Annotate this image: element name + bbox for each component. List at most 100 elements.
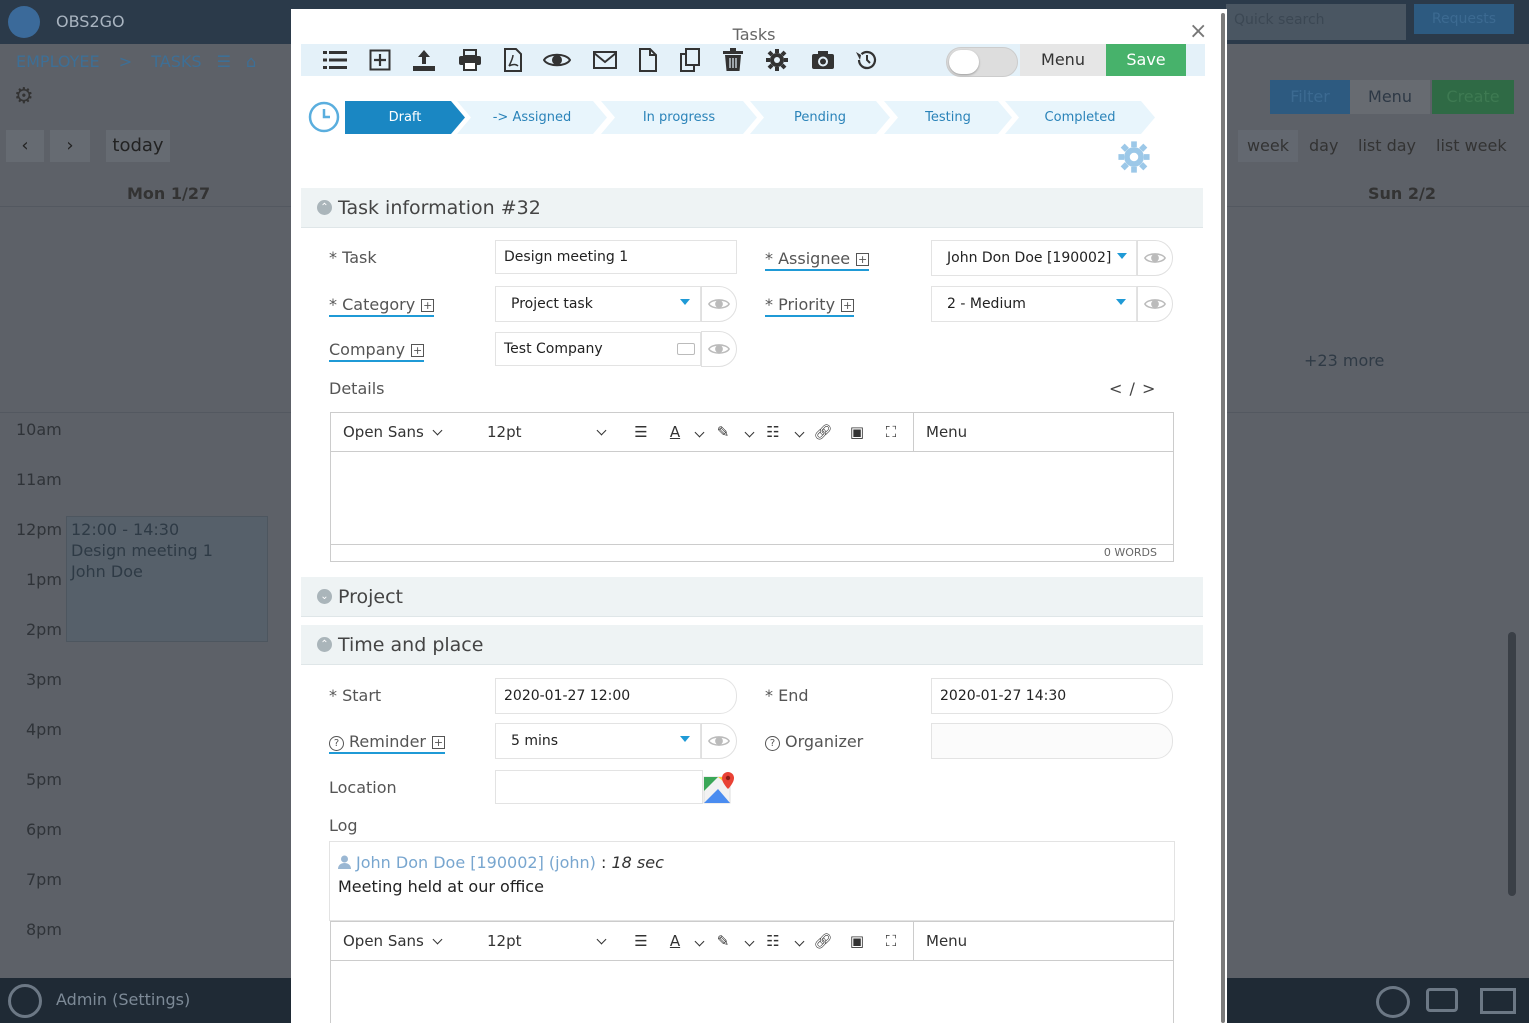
font-size-select[interactable]: 12pt [487,423,606,441]
company-input[interactable]: Test Company [495,332,701,366]
start-datetime-input[interactable]: 2020-01-27 12:00 [495,678,737,714]
editor-body[interactable] [331,961,1173,1023]
section-time-and-place[interactable]: ⌃ Time and place [301,625,1203,665]
reminder-label[interactable]: ? Reminder + [329,732,445,754]
step-in-progress[interactable]: In progress [601,101,757,134]
calendar-event[interactable]: 12:00 - 14:30 Design meeting 1 John Doe [66,516,268,642]
highlight-icon[interactable]: ✎ [713,931,733,951]
next-button[interactable]: › [50,130,90,162]
app-logo[interactable] [8,6,40,38]
filter-button[interactable]: Filter [1270,80,1350,114]
trash-icon[interactable] [719,46,747,74]
add-reminder-icon[interactable]: + [432,736,445,749]
view-week[interactable]: week [1238,130,1298,162]
priority-view-icon[interactable] [1137,286,1173,322]
create-button[interactable]: Create [1432,80,1514,114]
pdf-icon[interactable] [499,46,527,74]
image-icon[interactable]: ▣ [847,422,867,442]
requests-button[interactable]: Requests [1414,4,1514,34]
bullet-list-icon[interactable]: ☷ [763,931,783,951]
log-author[interactable]: John Don Doe [190002] (john) [356,853,596,872]
settings-gear-icon[interactable]: ⚙ [14,84,34,109]
location-input[interactable] [495,770,703,804]
chevron-down-icon[interactable] [789,422,809,442]
highlight-icon[interactable]: ✎ [713,422,733,442]
collapse-icon[interactable]: ⌃ [317,637,332,652]
expand-icon[interactable]: ⌄ [317,589,332,604]
details-editor[interactable]: Open Sans 12pt ☰ A ✎ ☷ 🔗︎ ▣ ⛶ Menu 0 WOR… [330,412,1174,562]
history-icon[interactable] [853,46,881,74]
image-icon[interactable]: ▣ [847,931,867,951]
home-icon[interactable]: ⌂ [246,52,256,71]
view-list-day[interactable]: list day [1358,130,1416,162]
mail-icon[interactable] [591,46,619,74]
reminder-view-icon[interactable] [701,723,737,759]
chevron-down-icon[interactable] [1116,299,1126,305]
assignee-label[interactable]: * Assignee + [765,249,870,271]
admin-settings-link[interactable]: Admin (Settings) [56,990,190,1009]
modal-scrollbar[interactable] [1219,9,1227,1023]
help-icon[interactable]: ? [765,736,780,751]
assignee-view-icon[interactable] [1137,240,1173,276]
add-assignee-icon[interactable]: + [856,253,870,266]
link-icon[interactable]: 🔗︎ [813,422,833,442]
view-list-week[interactable]: list week [1436,130,1507,162]
close-icon[interactable]: × [1189,19,1207,44]
company-view-icon[interactable] [701,331,737,367]
editor-body[interactable] [331,452,1173,544]
add-icon[interactable] [366,46,394,74]
section-task-information[interactable]: ⌃ Task information #32 [301,188,1203,228]
help-icon[interactable]: ? [329,736,344,751]
list-icon[interactable]: ☰ [217,52,231,71]
section-project[interactable]: ⌄ Project [301,577,1203,617]
log-editor[interactable]: Open Sans 12pt ☰ A ✎ ☷ 🔗︎ ▣ ⛶ Menu [330,921,1174,1023]
today-button[interactable]: today [106,130,170,162]
print-icon[interactable] [456,46,484,74]
step-testing[interactable]: Testing [884,101,1012,134]
mail-icon[interactable] [1480,988,1516,1014]
add-priority-icon[interactable]: + [841,299,855,312]
mode-toggle[interactable] [946,47,1018,77]
add-company-icon[interactable]: + [411,344,425,357]
breadcrumb-employee[interactable]: EMPLOYEE [16,52,100,71]
chevron-down-icon[interactable] [789,931,809,951]
category-select[interactable]: Project task [495,286,701,322]
menu-button[interactable]: Menu [1020,44,1106,76]
document-icon[interactable] [634,46,662,74]
category-label[interactable]: * Category + [329,295,435,317]
workflow-settings-icon[interactable] [1117,140,1151,174]
quick-search-input[interactable]: Quick search [1226,4,1406,40]
chevron-down-icon[interactable] [739,931,759,951]
power-icon[interactable] [8,984,42,1018]
chat-icon[interactable] [1426,988,1458,1012]
priority-label[interactable]: * Priority + [765,295,855,317]
end-datetime-input[interactable]: 2020-01-27 14:30 [931,678,1173,714]
organizer-input[interactable] [931,723,1173,759]
keyboard-icon[interactable] [677,343,695,355]
prev-button[interactable]: ‹ [6,130,44,162]
text-color-icon[interactable]: A [665,422,685,442]
chevron-down-icon[interactable] [689,931,709,951]
bullet-list-icon[interactable]: ☷ [763,422,783,442]
font-size-select[interactable]: 12pt [487,932,606,950]
assignee-select[interactable]: John Don Doe [190002] [931,240,1137,276]
list-icon[interactable] [321,46,349,74]
link-icon[interactable]: 🔗︎ [813,931,833,951]
menu-button-bg[interactable]: Menu [1350,80,1430,114]
editor-menu[interactable]: Menu [926,423,967,441]
reminder-select[interactable]: 5 mins [495,723,701,759]
breadcrumb-tasks[interactable]: TASKS [151,52,201,71]
upload-icon[interactable] [410,46,438,74]
priority-select[interactable]: 2 - Medium [931,286,1137,322]
chevron-down-icon[interactable] [680,736,690,742]
support-icon[interactable] [1376,986,1410,1018]
view-day[interactable]: day [1309,130,1338,162]
fullscreen-icon[interactable]: ⛶ [881,931,901,951]
source-code-toggle[interactable]: < / > [1109,379,1156,398]
indent-icon[interactable]: ☰ [631,422,651,442]
task-input[interactable]: Design meeting 1 [495,240,737,274]
step-completed[interactable]: Completed [1005,101,1155,134]
chevron-down-icon[interactable] [1117,253,1127,259]
step-assigned[interactable]: -> Assigned [457,101,607,134]
collapse-icon[interactable]: ⌃ [317,200,332,215]
